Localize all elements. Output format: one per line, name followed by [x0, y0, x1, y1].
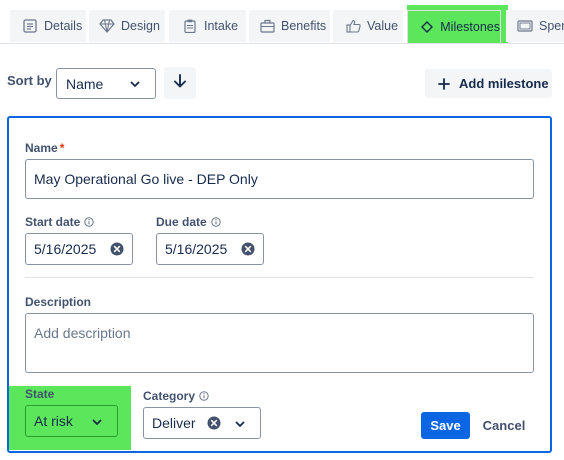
info-icon: [84, 217, 95, 227]
tab-value-label: Value: [367, 19, 399, 33]
spend-icon: [517, 18, 533, 34]
state-label: State: [25, 387, 55, 401]
sort-select[interactable]: Name: [56, 68, 156, 99]
tab-value[interactable]: Value: [333, 10, 403, 42]
category-select-value: Deliver: [152, 415, 196, 431]
tab-spend[interactable]: Spend: [506, 10, 564, 42]
description-label: Description: [25, 295, 92, 309]
category-label-text: Category: [143, 389, 196, 403]
milestone-diamond-icon: [420, 19, 434, 35]
tab-milestones-label: Milestones: [440, 20, 500, 34]
tab-spend-label: Spend: [539, 19, 564, 33]
category-label: Category: [143, 389, 209, 403]
start-date-input[interactable]: 5/16/2025: [25, 233, 133, 265]
name-input[interactable]: May Operational Go live - DEP Only: [25, 159, 534, 199]
name-label: Name *: [25, 141, 64, 155]
due-date-label-text: Due date: [156, 215, 207, 229]
arrow-down-icon: [172, 73, 188, 94]
tab-design[interactable]: Design: [89, 10, 165, 42]
tab-benefits-label: Benefits: [281, 19, 327, 33]
clear-icon[interactable]: [110, 242, 124, 256]
due-date-input[interactable]: 5/16/2025: [156, 233, 264, 265]
tab-details-label: Details: [44, 19, 83, 33]
name-input-value: May Operational Go live - DEP Only: [34, 171, 258, 187]
info-icon: [210, 217, 221, 227]
chevron-down-icon: [129, 77, 141, 93]
start-date-label: Start date: [25, 215, 95, 229]
sort-select-value: Name: [66, 75, 104, 92]
tab-details[interactable]: Details: [10, 10, 86, 42]
diamond-icon: [99, 18, 115, 34]
add-milestone-label: Add milestone: [459, 76, 549, 91]
required-mark: *: [59, 141, 65, 155]
gift-icon: [259, 18, 275, 34]
form-divider: [25, 277, 534, 278]
add-milestone-button[interactable]: Add milestone: [425, 69, 552, 98]
start-date-value: 5/16/2025: [34, 241, 97, 257]
clear-icon[interactable]: [241, 242, 255, 256]
plus-icon: [438, 77, 450, 90]
chevron-down-icon: [91, 415, 103, 431]
tab-bar: Details Design Intake Benefits Value Mil…: [0, 0, 564, 44]
tab-intake-label: Intake: [204, 19, 239, 33]
category-select[interactable]: Deliver: [143, 407, 261, 439]
sort-by-label: Sort by: [7, 73, 52, 88]
tab-intake[interactable]: Intake: [169, 10, 246, 42]
tab-design-label: Design: [121, 19, 160, 33]
clear-icon[interactable]: [207, 416, 221, 430]
tab-milestones[interactable]: Milestones: [407, 10, 501, 43]
cancel-button[interactable]: Cancel: [478, 412, 530, 439]
due-date-label: Due date: [156, 215, 221, 229]
due-date-value: 5/16/2025: [165, 241, 228, 257]
start-date-label-text: Start date: [25, 215, 81, 229]
state-select-value: At risk: [34, 413, 73, 429]
details-icon: [22, 18, 38, 34]
clipboard-icon: [182, 18, 198, 34]
chevron-down-icon: [234, 417, 246, 433]
info-icon: [199, 391, 209, 401]
thumbs-up-icon: [345, 18, 361, 34]
sort-direction-button[interactable]: [164, 67, 196, 99]
description-input[interactable]: Add description: [25, 313, 534, 373]
state-select[interactable]: At risk: [25, 405, 118, 437]
save-button[interactable]: Save: [421, 412, 470, 439]
name-label-text: Name: [25, 141, 58, 155]
tab-benefits[interactable]: Benefits: [249, 10, 330, 42]
